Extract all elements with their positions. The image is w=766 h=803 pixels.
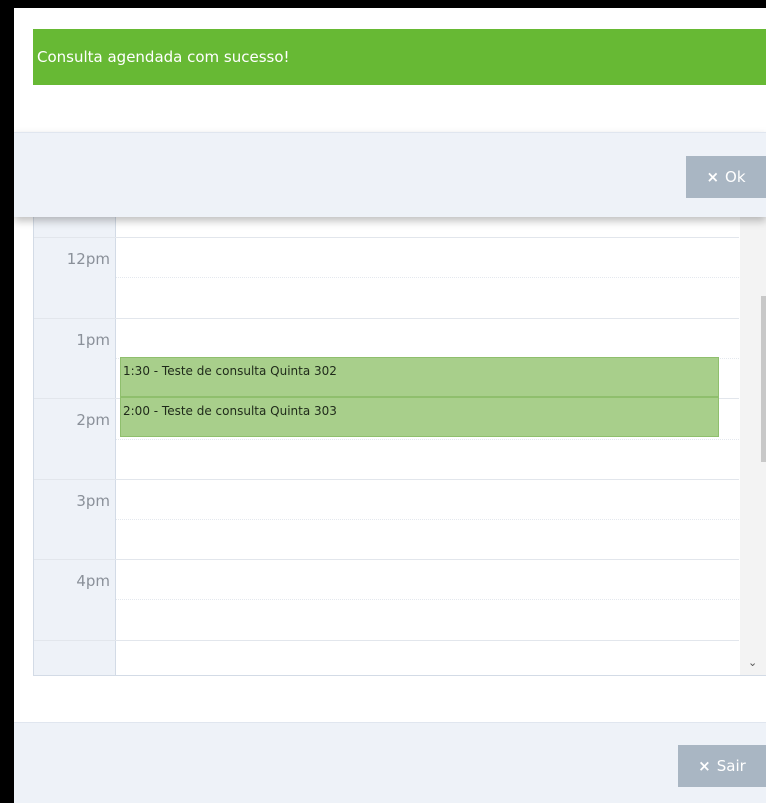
hour-line xyxy=(34,479,739,480)
half-hour-line xyxy=(116,599,739,600)
half-hour-line xyxy=(116,519,739,520)
hour-line xyxy=(34,559,739,560)
hour-label-1pm: 1pm xyxy=(76,331,110,349)
hour-line xyxy=(34,237,739,238)
chevron-down-icon[interactable]: ⌄ xyxy=(748,656,757,669)
alert-footer: × Ok xyxy=(14,132,766,217)
hour-line xyxy=(34,640,739,641)
ok-button[interactable]: × Ok xyxy=(686,156,766,198)
half-hour-line xyxy=(116,277,739,278)
half-hour-line xyxy=(116,439,739,440)
ok-button-label: Ok xyxy=(725,168,746,186)
hour-line xyxy=(34,318,739,319)
modal-footer: × Sair xyxy=(14,722,766,803)
calendar-event[interactable]: 2:00 - Teste de consulta Quinta 303 xyxy=(120,397,719,437)
sair-button-label: Sair xyxy=(716,757,746,775)
modal-dialog: 12pm 1pm 2pm 3pm 4pm 1:30 - Teste de con… xyxy=(14,8,766,803)
hour-label-3pm: 3pm xyxy=(76,492,110,510)
scrollbar-thumb[interactable] xyxy=(761,296,766,462)
calendar-event[interactable]: 1:30 - Teste de consulta Quinta 302 xyxy=(120,357,719,397)
hour-label-4pm: 4pm xyxy=(76,572,110,590)
hour-label-12pm: 12pm xyxy=(66,250,110,268)
day-calendar: 12pm 1pm 2pm 3pm 4pm 1:30 - Teste de con… xyxy=(33,194,766,676)
close-icon: × xyxy=(698,757,711,775)
hour-label-2pm: 2pm xyxy=(76,411,110,429)
sair-button[interactable]: × Sair xyxy=(678,745,766,787)
success-alert: Consulta agendada com sucesso! xyxy=(33,29,766,85)
scrollbar[interactable]: ⌄ xyxy=(740,194,766,675)
close-icon: × xyxy=(706,168,720,186)
